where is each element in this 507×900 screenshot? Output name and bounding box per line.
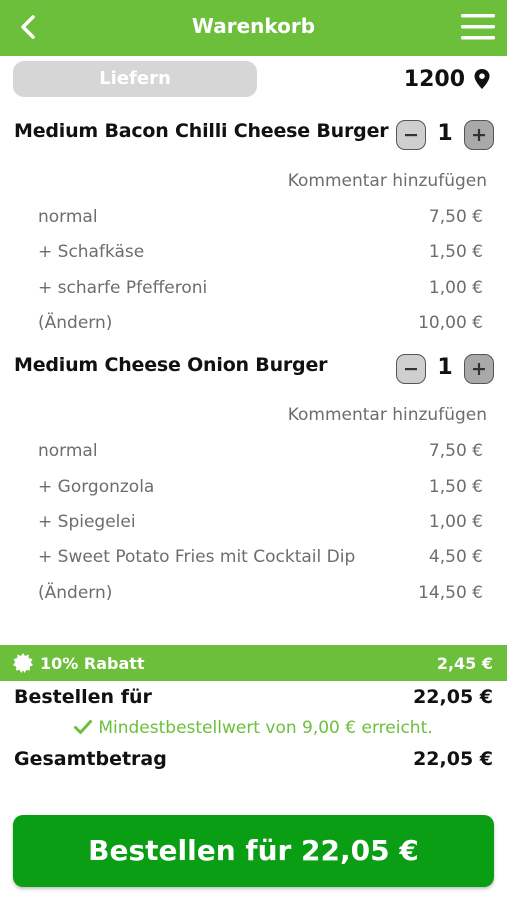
delivery-mode-button[interactable]: Liefern	[13, 61, 257, 97]
increase-quantity-button[interactable]	[464, 354, 494, 384]
line-item-price: 1,50 €	[428, 242, 483, 262]
minus-icon	[405, 134, 417, 137]
line-item: + Gorgonzola 1,50 €	[38, 477, 483, 501]
add-comment-link[interactable]: Kommentar hinzufügen	[288, 171, 487, 191]
line-item-price: 1,50 €	[428, 477, 483, 497]
line-item-label: + scharfe Pfefferoni	[38, 278, 208, 298]
app-header: Warenkorb	[0, 0, 507, 56]
line-item-label: normal	[38, 207, 98, 227]
line-item: + Sweet Potato Fries mit Cocktail Dip 4,…	[38, 547, 483, 571]
line-item-label: + Gorgonzola	[38, 477, 155, 497]
line-item: normal 7,50 €	[38, 207, 483, 231]
line-item: normal 7,50 €	[38, 441, 483, 465]
item-subtotal: 14,50 €	[418, 583, 483, 603]
quantity-value: 1	[437, 121, 453, 146]
total-row: Gesamtbetrag 22,05 €	[14, 748, 493, 774]
change-item-row[interactable]: (Ändern) 10,00 €	[38, 313, 483, 337]
line-item-label: normal	[38, 441, 98, 461]
change-item-row[interactable]: (Ändern) 14,50 €	[38, 583, 483, 607]
discount-badge-icon	[13, 653, 33, 673]
line-item-price: 1,00 €	[428, 512, 483, 532]
add-comment-link[interactable]: Kommentar hinzufügen	[288, 405, 487, 425]
discount-bar: 10% Rabatt 2,45 €	[0, 645, 507, 681]
cart-item-name: Medium Cheese Onion Burger	[14, 354, 328, 376]
change-item-link[interactable]: (Ändern)	[38, 313, 112, 333]
total-value: 22,05 €	[413, 748, 493, 770]
place-order-button[interactable]: Bestellen für 22,05 €	[13, 815, 494, 887]
line-item-price: 4,50 €	[428, 547, 483, 567]
discount-value: 2,45 €	[436, 654, 493, 673]
plus-icon	[473, 129, 485, 141]
delivery-location[interactable]: 1200	[404, 64, 491, 94]
line-item-label: + Sweet Potato Fries mit Cocktail Dip	[38, 547, 356, 567]
order-for-label: Bestellen für	[14, 686, 152, 708]
plus-icon	[473, 363, 485, 375]
line-item-price: 1,00 €	[428, 278, 483, 298]
line-item-price: 7,50 €	[428, 441, 483, 461]
item-subtotal: 10,00 €	[418, 313, 483, 333]
line-item: + scharfe Pfefferoni 1,00 €	[38, 278, 483, 302]
decrease-quantity-button[interactable]	[396, 354, 426, 384]
min-order-text: Mindestbestellwert von 9,00 € erreicht.	[98, 718, 433, 738]
total-label: Gesamtbetrag	[14, 748, 167, 770]
line-item-price: 7,50 €	[428, 207, 483, 227]
hamburger-menu-icon[interactable]	[461, 13, 495, 41]
change-item-link[interactable]: (Ändern)	[38, 583, 112, 603]
order-for-row: Bestellen für 22,05 €	[14, 686, 493, 712]
discount-label: 10% Rabatt	[40, 654, 145, 673]
checkmark-icon	[74, 720, 93, 734]
decrease-quantity-button[interactable]	[396, 120, 426, 150]
order-for-value: 22,05 €	[413, 686, 493, 708]
line-item-label: + Spiegelei	[38, 512, 136, 532]
quantity-value: 1	[437, 355, 453, 380]
min-order-note: Mindestbestellwert von 9,00 € erreicht.	[0, 718, 507, 738]
cart-item-name: Medium Bacon Chilli Cheese Burger	[14, 120, 389, 142]
line-item: + Schafkäse 1,50 €	[38, 242, 483, 266]
page-title: Warenkorb	[191, 14, 316, 38]
zip-code: 1200	[403, 66, 465, 92]
location-pin-icon	[474, 69, 490, 89]
increase-quantity-button[interactable]	[464, 120, 494, 150]
line-item: + Spiegelei 1,00 €	[38, 512, 483, 536]
minus-icon	[405, 368, 417, 371]
line-item-label: + Schafkäse	[38, 242, 145, 262]
